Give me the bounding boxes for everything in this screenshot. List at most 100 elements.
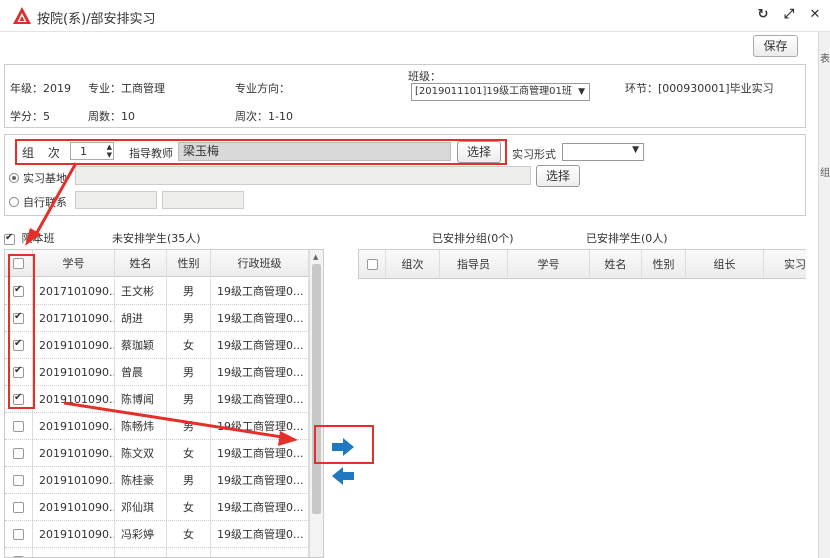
row-select-cell[interactable] [5, 494, 33, 520]
group-stepper[interactable]: 1 ▲ ▼ [70, 142, 114, 160]
cell-name: 曾晨 [115, 359, 167, 385]
step-text: 环节：[000930001]毕业实习 [625, 82, 774, 95]
cell-gender: 男 [167, 386, 211, 412]
self-contact-radio-row[interactable]: 自行联系 [9, 194, 67, 210]
cell-gender: 男 [167, 413, 211, 439]
select-all-checkbox-right[interactable] [366, 258, 378, 270]
table-row[interactable]: 2019101090...曾晨男19级工商管理0... [5, 359, 309, 386]
select-all-cell-right[interactable] [359, 250, 386, 278]
teacher-input[interactable]: 梁玉梅 [178, 142, 451, 161]
stepper-down-icon[interactable]: ▼ [107, 151, 112, 159]
base-radio[interactable] [9, 173, 19, 183]
row-checkbox[interactable] [13, 420, 24, 432]
table-row[interactable]: 2019101090... 邓仙琪女 19级工商管理0... [5, 494, 309, 521]
cell-student-id: 2019101090... [33, 467, 115, 493]
cell-admin-class: 19级工商管理0... [211, 413, 309, 439]
cell-student-id: 2019101090... [33, 359, 115, 385]
self-contact-input-2[interactable] [162, 191, 244, 209]
table-row[interactable]: 2019101090...陈博闻男19级工商管理0... [5, 386, 309, 413]
cell-student-id: 2019101090... [33, 332, 115, 358]
table-row[interactable]: 2019101090... [5, 548, 309, 557]
limit-class-checkbox[interactable] [4, 232, 15, 245]
row-select-cell[interactable] [5, 413, 33, 439]
header-gender-right[interactable]: 性别 [642, 250, 686, 278]
class-select-value: [2019011101]19级工商管理01班 [415, 86, 572, 97]
cell-gender: 女 [167, 494, 211, 520]
cell-admin-class: 19级工商管理0... [211, 278, 309, 304]
chevron-down-icon: ▼ [578, 87, 585, 97]
direction-text: 专业方向： [235, 82, 290, 95]
save-button[interactable]: 保存 [753, 35, 798, 57]
class-label: 班级： [408, 70, 441, 83]
header-student-id-right[interactable]: 学号 [508, 250, 590, 278]
cell-admin-class: 19级工商管理0... [211, 305, 309, 331]
row-checkbox[interactable] [13, 501, 24, 513]
table-row[interactable]: 2019101090... 陈文双女 19级工商管理0... [5, 440, 309, 467]
maximize-icon[interactable]: ⤢ [782, 7, 796, 22]
mode-select[interactable]: ▼ [562, 143, 644, 161]
header-name-right[interactable]: 姓名 [590, 250, 642, 278]
cell-admin-class [211, 548, 309, 557]
scroll-thumb[interactable] [312, 264, 321, 514]
row-select-cell[interactable] [5, 521, 33, 547]
assigned-groups-title: 已安排分组(0个) [432, 232, 514, 245]
cell-admin-class: 19级工商管理0... [211, 521, 309, 547]
cell-name: 陈桂豪 [115, 467, 167, 493]
limit-class-row[interactable]: 限本班 [4, 230, 55, 246]
table-row[interactable]: 2019101090...蔡珈颖女19级工商管理0... [5, 332, 309, 359]
header-instructor[interactable]: 指导员 [440, 250, 508, 278]
table-row[interactable]: 2017101090...胡进男19级工商管理0... [5, 305, 309, 332]
cell-admin-class: 19级工商管理0... [211, 359, 309, 385]
base-label: 实习基地 [23, 172, 67, 185]
cell-gender: 男 [167, 467, 211, 493]
header-gender[interactable]: 性别 [167, 250, 211, 276]
header-group[interactable]: 组次 [386, 250, 440, 278]
major-text: 专业：工商管理 [88, 82, 165, 95]
table-row[interactable]: 2017101090...王文彬男19级工商管理0... [5, 278, 309, 305]
table-row[interactable]: 2019101090... 陈桂豪男 19级工商管理0... [5, 467, 309, 494]
mode-label: 实习形式 [512, 148, 556, 161]
cell-gender [167, 548, 211, 557]
unassigned-students-table: 学号 姓名 性别 行政班级 2017101090...王文彬男19级工商管理0.… [4, 249, 324, 558]
refresh-icon[interactable]: ↻ [756, 7, 770, 22]
week-range-text: 周次：1-10 [235, 110, 293, 123]
header-leader[interactable]: 组长 [686, 250, 764, 278]
row-select-cell[interactable] [5, 467, 33, 493]
table-row[interactable]: 2019101090... 冯彩婷女 19级工商管理0... [5, 521, 309, 548]
header-admin-class[interactable]: 行政班级 [211, 250, 309, 276]
self-contact-input-1[interactable] [75, 191, 157, 209]
move-left-arrow-icon[interactable] [330, 465, 356, 487]
vertical-scrollbar[interactable]: ▲ [309, 250, 323, 557]
row-checkbox[interactable] [13, 447, 24, 459]
row-select-cell[interactable] [5, 548, 33, 557]
cell-student-id: 2019101090... [33, 413, 115, 439]
row-checkbox[interactable] [13, 528, 24, 540]
header-name[interactable]: 姓名 [115, 250, 167, 276]
cell-student-id: 2019101090... [33, 548, 115, 557]
group-label: 组 次 [22, 146, 65, 160]
scroll-up-icon[interactable]: ▲ [313, 253, 318, 261]
cell-student-id: 2019101090... [33, 521, 115, 547]
select-teacher-button[interactable]: 选择 [457, 141, 501, 163]
window-title: 按院(系)/部安排实习 [37, 12, 156, 27]
assigned-students-title: 已安排学生(0人) [586, 232, 668, 245]
row-select-cell[interactable] [5, 440, 33, 466]
row-checkbox[interactable] [13, 474, 24, 486]
class-select[interactable]: [2019011101]19级工商管理01班 ▼ [411, 83, 590, 101]
background-window-edge: 表 组 [818, 32, 830, 558]
self-contact-radio[interactable] [9, 197, 19, 207]
cell-student-id: 2019101090... [33, 440, 115, 466]
table-row[interactable]: 2019101090... 陈畅炜男 19级工商管理0... [5, 413, 309, 440]
table-header: 学号 姓名 性别 行政班级 [5, 250, 309, 277]
cell-name: 王文彬 [115, 278, 167, 304]
base-input[interactable] [75, 166, 531, 185]
cell-admin-class: 19级工商管理0... [211, 440, 309, 466]
teacher-label: 指导教师 [129, 147, 173, 160]
unassigned-students-title: 未安排学生(35人) [112, 232, 201, 245]
select-base-button[interactable]: 选择 [536, 165, 580, 187]
header-student-id[interactable]: 学号 [33, 250, 115, 276]
base-radio-row[interactable]: 实习基地 [9, 170, 67, 186]
header-internship[interactable]: 实习 [764, 250, 806, 278]
close-icon[interactable]: ✕ [808, 7, 822, 22]
stepper-up-icon[interactable]: ▲ [107, 143, 112, 151]
